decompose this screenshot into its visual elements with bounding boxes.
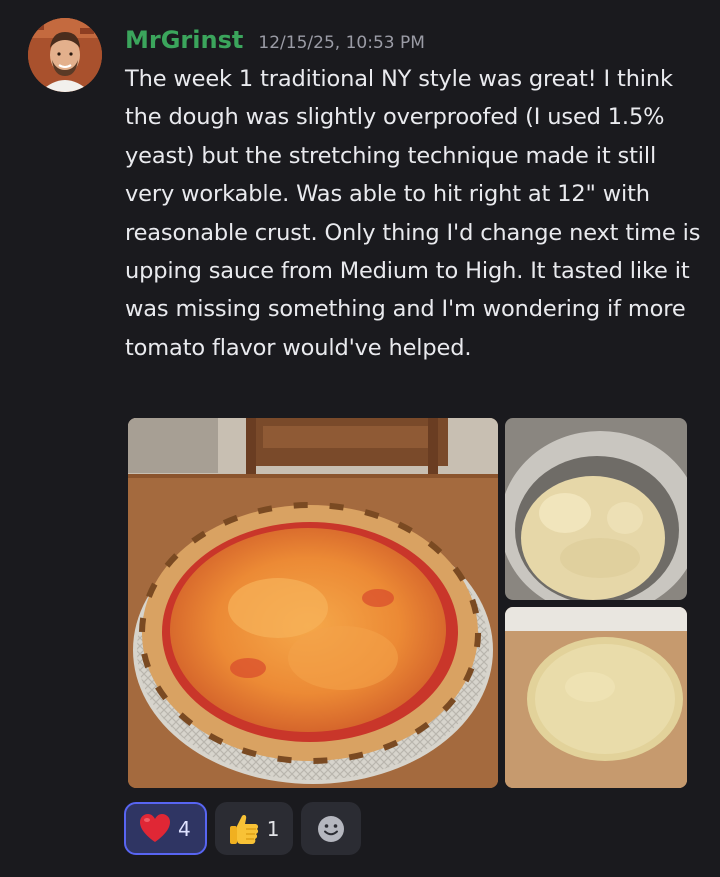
- avatar-photo: [28, 18, 102, 92]
- timestamp: 12/15/25, 10:53 PM: [258, 33, 425, 53]
- thumbs-up-icon: [229, 814, 258, 844]
- stretched-dough-photo[interactable]: [505, 607, 687, 788]
- reaction-count: 4: [178, 816, 191, 841]
- username[interactable]: MrGrinst: [125, 26, 243, 54]
- pizza-photo[interactable]: [128, 418, 498, 788]
- reaction-thumbs-up[interactable]: 1: [214, 802, 294, 855]
- reactions-bar: 4 1: [124, 802, 362, 855]
- user-avatar[interactable]: [28, 18, 102, 92]
- dough-ball-photo[interactable]: [505, 418, 687, 600]
- add-reaction-button[interactable]: [301, 802, 362, 855]
- message-header: MrGrinst 12/15/25, 10:53 PM: [125, 26, 425, 56]
- red-heart-icon: [140, 813, 170, 842]
- smiley-face-icon: [318, 815, 345, 842]
- message-text: The week 1 traditional NY style was grea…: [125, 66, 701, 361]
- reaction-heart[interactable]: 4: [124, 802, 207, 855]
- reaction-count: 1: [266, 816, 280, 841]
